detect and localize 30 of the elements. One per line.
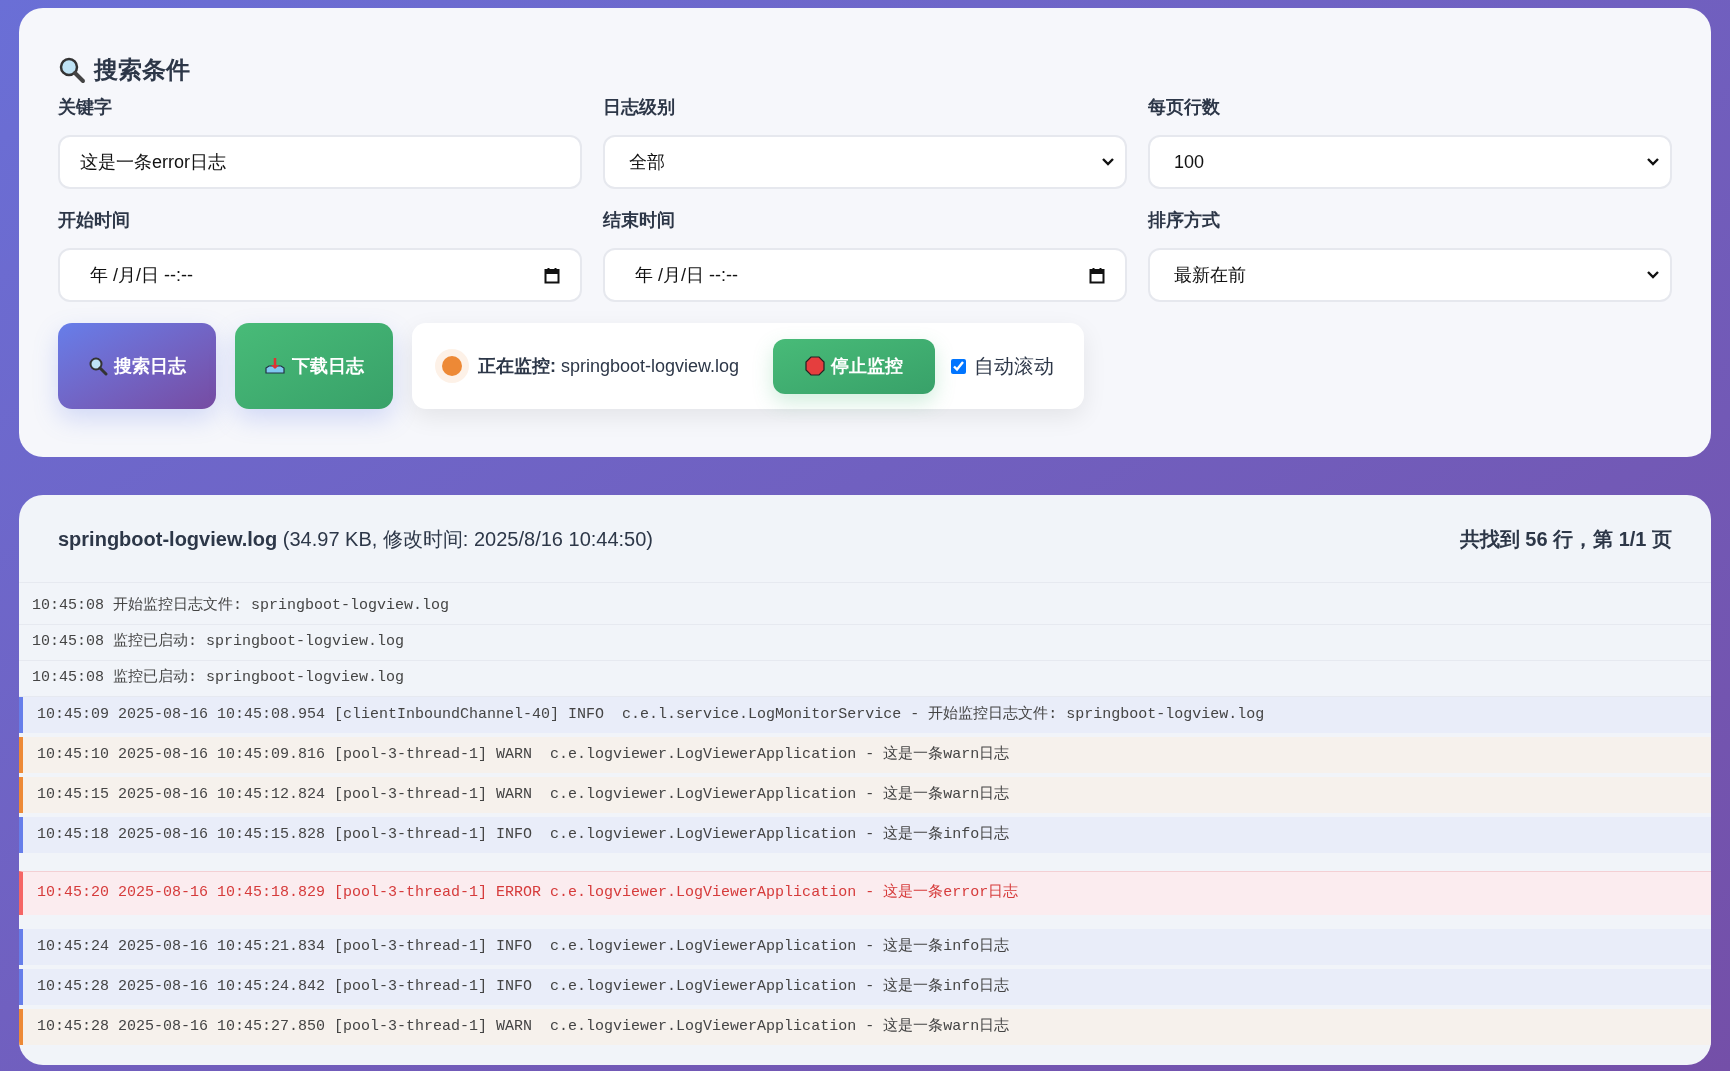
auto-scroll-checkbox[interactable] <box>951 358 967 374</box>
system-log-line: 10:45:08 开始监控日志文件: springboot-logview.log <box>19 589 1711 625</box>
datetime-input[interactable]: 年 /月/日 --:-- <box>603 248 1127 302</box>
datetime-input[interactable]: 年 /月/日 --:-- <box>58 248 582 302</box>
field-label: 排序方式 <box>1148 209 1221 232</box>
keyword-input[interactable]: 这是一条error日志 <box>58 135 582 189</box>
search-button[interactable]: 搜索日志 <box>58 323 216 409</box>
file-info: springboot-logview.log (34.97 KB, 修改时间: 2025/8/16 10:44:50) <box>58 526 654 552</box>
chevron-down-icon <box>1646 270 1660 280</box>
tray-arrow-icon <box>264 356 286 376</box>
result-summary: 共找到 56 行，第 1/1 页 <box>1459 526 1672 552</box>
calendar-icon <box>1089 266 1105 284</box>
select-dropdown[interactable]: 最新在前 <box>1148 248 1672 302</box>
calendar-icon <box>544 266 560 284</box>
monitor-status: 正在监控: springboot-logview.log <box>478 354 740 378</box>
system-log-line: 10:45:08 监控已启动: springboot-logview.log <box>19 625 1711 661</box>
select-dropdown[interactable]: 100 <box>1148 135 1672 189</box>
field-label: 关键字 <box>58 96 113 119</box>
select-dropdown[interactable]: 全部 <box>603 135 1127 189</box>
field-label: 开始时间 <box>58 209 131 232</box>
search-icon <box>58 56 86 84</box>
field-label: 日志级别 <box>603 96 676 119</box>
stop-sign-icon <box>805 356 826 376</box>
search-icon <box>88 356 108 376</box>
field-label: 每页行数 <box>1148 96 1221 119</box>
field-label: 结束时间 <box>603 209 676 232</box>
chevron-down-icon <box>1646 157 1660 167</box>
panel-title: 搜索条件 <box>94 55 190 85</box>
checkbox-label: 自动滚动 <box>974 354 1055 379</box>
chevron-down-icon <box>1101 157 1115 167</box>
